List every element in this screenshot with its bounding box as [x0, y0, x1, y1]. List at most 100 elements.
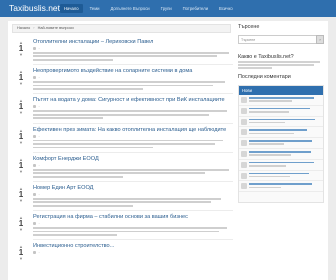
- list-item: ▲ 1 ▼ Регистрация на фирма – стабилни ос…: [12, 211, 235, 241]
- vote-down-icon[interactable]: ▼: [14, 53, 28, 57]
- list-item: ▲ 1 ▼ Пътят на водата у дома: Сигурност …: [12, 94, 235, 124]
- vote-box: ▲ 1 ▼: [14, 70, 28, 86]
- list-item: ▲ 1 ▼ Ефективен през зимата: На какво от…: [12, 124, 235, 153]
- breadcrumb-home[interactable]: Начало: [17, 26, 30, 30]
- search-heading: Търсене: [238, 24, 260, 30]
- post-excerpt: [33, 227, 233, 237]
- post-meta: ...: [33, 76, 40, 80]
- post-meta: ...: [33, 134, 40, 138]
- vote-down-icon[interactable]: ▼: [14, 82, 28, 86]
- user-avatar-icon: [33, 222, 36, 226]
- post-title-link[interactable]: Неопровергимото въздействие на соларните…: [33, 68, 192, 75]
- list-item[interactable]: [239, 171, 323, 182]
- list-item: ▲ 1 ▼ Инвестиционно строителство... ...: [12, 240, 235, 269]
- question-feed: ▲ 1 ▼ Отоплителни инсталации – Лериховск…: [12, 36, 235, 270]
- post-meta: ...: [33, 192, 40, 196]
- post-meta-text: ...: [38, 76, 41, 80]
- content-wrapper: Начало › Най-новите въпроси ▲ 1 ▼ Отопли…: [8, 21, 328, 280]
- vote-box: ▲ 1 ▼: [14, 99, 28, 115]
- post-title-link[interactable]: Отоплителни инсталации – Лериховски Паве…: [33, 39, 153, 46]
- post-excerpt: [33, 197, 233, 208]
- post-title-link[interactable]: Номер Един Арт ЕООД: [33, 185, 93, 192]
- post-title-link[interactable]: Комфорт Енерджи ЕООД: [33, 156, 99, 163]
- search-placeholder: Търсене: [241, 38, 256, 42]
- list-item[interactable]: [239, 95, 323, 106]
- tab-new[interactable]: Нови: [239, 85, 323, 95]
- list-item[interactable]: [239, 149, 323, 160]
- list-item: ▲ 1 ▼ Комфорт Енерджи ЕООД ...: [12, 153, 235, 182]
- avatar: [241, 118, 247, 125]
- list-item[interactable]: [239, 106, 323, 117]
- vote-box: ▲ 1 ▼: [14, 216, 28, 232]
- nav-item-ask[interactable]: Допълнете Въпроси: [106, 4, 153, 13]
- nav-item-topics[interactable]: Теми: [86, 4, 104, 13]
- post-excerpt: [33, 52, 233, 62]
- avatar: [241, 96, 247, 103]
- vote-box: ▲ 1 ▼: [14, 186, 28, 203]
- avatar: [241, 183, 247, 190]
- vote-down-icon[interactable]: ▼: [14, 257, 28, 261]
- list-item: ▲ 1 ▼ Номер Един Арт ЕООД ...: [12, 182, 235, 212]
- list-item[interactable]: [239, 138, 323, 149]
- post-excerpt: [33, 168, 233, 179]
- post-meta: ...: [33, 222, 40, 226]
- list-item[interactable]: [239, 117, 323, 128]
- post-excerpt: [33, 139, 233, 150]
- main-nav: Начало Теми Допълнете Въпроси Групи Потр…: [60, 4, 240, 13]
- vote-box: ▲ 1 ▼: [14, 157, 28, 174]
- list-item: ▲ 1 ▼ Отоплителни инсталации – Лериховск…: [12, 36, 235, 66]
- search-button[interactable]: ›: [316, 35, 324, 44]
- nav-item-users[interactable]: Потребители: [179, 4, 212, 13]
- user-avatar-icon: [33, 134, 36, 138]
- post-meta: ...: [33, 163, 40, 167]
- post-meta-text: ...: [38, 251, 41, 255]
- vote-box: ▲ 1 ▼: [14, 128, 28, 145]
- breadcrumb-current: Най-новите въпроси: [37, 26, 74, 30]
- user-avatar-icon: [33, 251, 36, 255]
- recent-comments-box: Нови: [238, 84, 324, 203]
- avatar: [241, 129, 247, 136]
- post-meta: ...: [33, 105, 40, 109]
- user-avatar-icon: [33, 192, 36, 196]
- breadcrumb: Начало › Най-новите въпроси: [12, 24, 231, 33]
- vote-down-icon[interactable]: ▼: [14, 198, 28, 203]
- post-title-link[interactable]: Пътят на водата у дома: Сигурност и ефек…: [33, 97, 225, 104]
- vote-down-icon[interactable]: ▼: [14, 169, 28, 174]
- about-text: [238, 61, 324, 69]
- user-avatar-icon: [33, 76, 36, 80]
- sidebar: Търсене Търсене › Какво е Taxibuslis.net…: [238, 24, 324, 203]
- avatar: [241, 140, 247, 147]
- post-title-link[interactable]: Ефективен през зимата: На какво отоплите…: [33, 127, 226, 134]
- user-avatar-icon: [33, 105, 36, 109]
- avatar: [241, 150, 247, 157]
- vote-down-icon[interactable]: ▼: [14, 111, 28, 115]
- post-meta: ...: [33, 47, 40, 51]
- post-meta-text: ...: [38, 105, 41, 109]
- site-logo[interactable]: Taxibuslis.net: [9, 2, 60, 14]
- vote-box: ▲ 1 ▼: [14, 245, 28, 261]
- search-input[interactable]: Търсене ›: [238, 35, 324, 44]
- list-item[interactable]: [239, 181, 323, 193]
- post-meta-text: ...: [38, 222, 41, 226]
- post-title-link[interactable]: Регистрация на фирма – стабилни основи з…: [33, 214, 188, 221]
- post-meta-text: ...: [38, 192, 41, 196]
- vote-box: ▲ 1 ▼: [14, 41, 28, 57]
- list-item: ▲ 1 ▼ Неопровергимото въздействие на сол…: [12, 65, 235, 95]
- list-item[interactable]: [239, 127, 323, 139]
- post-excerpt: [33, 110, 233, 120]
- post-title-link[interactable]: Инвестиционно строителство...: [33, 243, 114, 250]
- post-meta-text: ...: [38, 163, 41, 167]
- breadcrumb-separator: ›: [33, 26, 35, 30]
- avatar: [241, 107, 247, 114]
- nav-item-all[interactable]: Всичко: [215, 4, 237, 13]
- avatar: [241, 161, 247, 168]
- user-avatar-icon: [33, 163, 36, 167]
- vote-down-icon[interactable]: ▼: [14, 140, 28, 145]
- about-heading: Какво е Taxibuslis.net?: [238, 54, 294, 60]
- list-item[interactable]: [239, 160, 323, 171]
- nav-item-home[interactable]: Начало: [60, 4, 83, 13]
- post-meta-text: ...: [38, 47, 41, 50]
- vote-down-icon[interactable]: ▼: [14, 228, 28, 232]
- nav-item-groups[interactable]: Групи: [157, 4, 176, 13]
- post-meta: ...: [33, 251, 40, 255]
